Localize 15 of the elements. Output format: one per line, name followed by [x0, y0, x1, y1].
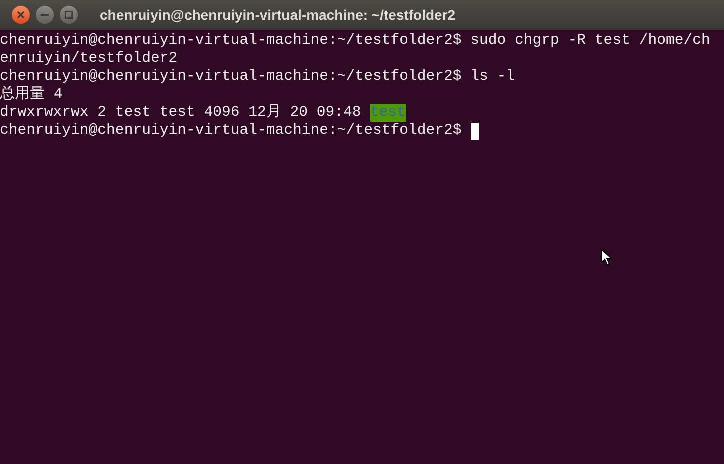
window-title: chenruiyin@chenruiyin-virtual-machine: ~/testfolder2: [100, 6, 456, 25]
close-button[interactable]: [12, 6, 30, 24]
minimize-icon: [41, 14, 49, 16]
close-icon: [17, 11, 25, 19]
mouse-pointer-icon: [601, 249, 612, 266]
directory-name: test: [370, 104, 406, 122]
terminal-line: drwxrwxrwx 2 test test 4096 12月 20 09:48: [0, 104, 362, 122]
maximize-button[interactable]: [60, 6, 78, 24]
terminal-line: chenruiyin@chenruiyin-virtual-machine:~/testfolder2$: [0, 122, 462, 140]
terminal-line: chenruiyin@chenruiyin-virtual-machine:~/testfolder2$ ls -l: [0, 68, 516, 86]
terminal-line: enruiyin/testfolder2: [0, 50, 178, 68]
terminal-line: chenruiyin@chenruiyin-virtual-machine:~/testfolder2$ sudo chgrp -R test /home/ch: [0, 32, 710, 50]
terminal-line: 总用量 4: [0, 86, 63, 104]
maximize-icon: [65, 11, 73, 19]
minimize-button[interactable]: [36, 6, 54, 24]
